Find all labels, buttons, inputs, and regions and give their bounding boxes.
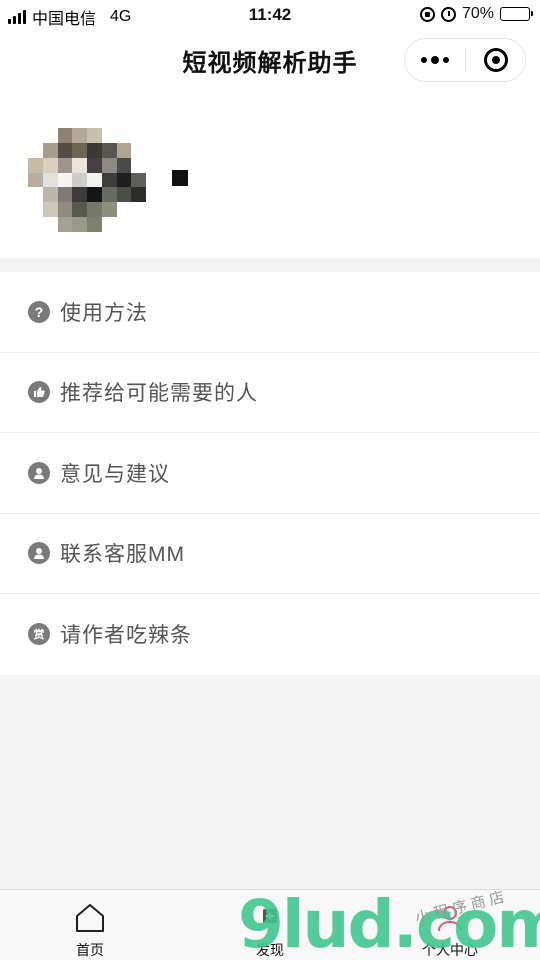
- avatar-pixel: [42, 202, 58, 218]
- avatar-pixel: [57, 202, 73, 218]
- avatar-pixel: [72, 217, 87, 232]
- tab-bar: 首页 发现 个人中心: [0, 889, 540, 960]
- avatar-pixel: [42, 187, 58, 203]
- user-service-icon: [28, 542, 50, 565]
- avatar-pixel: [131, 143, 146, 158]
- avatar-pixel: [102, 128, 117, 143]
- avatar-pixel: [131, 128, 146, 143]
- avatar-pixel: [101, 142, 117, 158]
- avatar-pixel: [28, 157, 43, 173]
- menu-item-label: 意见与建议: [60, 462, 170, 486]
- avatar-pixel: [101, 172, 117, 188]
- target-icon: [483, 48, 508, 72]
- menu-item-label: 使用方法: [60, 301, 148, 325]
- avatar-pixel: [28, 128, 43, 143]
- avatar-pixel: [131, 158, 146, 173]
- avatar-pixel: [28, 187, 43, 202]
- battery-icon: [500, 7, 533, 21]
- avatar-pixel: [87, 128, 102, 143]
- avatar-pixel: [101, 187, 117, 203]
- avatar-pixel: [101, 202, 117, 218]
- avatar-pixel: [72, 157, 87, 173]
- avatar[interactable]: [28, 128, 146, 232]
- avatar-pixel: [87, 142, 102, 158]
- profile-icon: [432, 902, 468, 934]
- avatar-pixel: [57, 142, 73, 158]
- avatar-pixel: [131, 187, 146, 203]
- avatar-pixel: [87, 172, 102, 188]
- avatar-pixel: [43, 217, 58, 232]
- avatar-pixel: [116, 172, 132, 188]
- status-bar: 中国电信 4G 11:42 70%: [0, 0, 540, 30]
- avatar-pixel: [87, 157, 102, 173]
- avatar-pixel: [116, 142, 132, 158]
- avatar-pixel: [28, 217, 43, 232]
- menu-item-feedback[interactable]: 意见与建议: [0, 433, 540, 514]
- discover-icon: [252, 902, 288, 934]
- home-icon: [72, 902, 108, 934]
- avatar-pixel: [117, 128, 132, 143]
- avatar-pixel: [72, 128, 87, 143]
- tab-discover[interactable]: 发现: [180, 890, 360, 960]
- mini-program-capsule: [404, 38, 526, 82]
- avatar-pixel: [131, 202, 146, 217]
- menu-item-contact-service[interactable]: 联系客服MM: [0, 514, 540, 594]
- avatar-pixel: [117, 202, 132, 217]
- nav-bar: 短视频解析助手: [0, 30, 540, 88]
- avatar-pixel: [42, 172, 58, 188]
- avatar-pixel: [116, 157, 132, 173]
- avatar-pixel: [28, 172, 43, 188]
- avatar-pixel: [87, 187, 102, 203]
- more-dot-icon: [431, 56, 439, 64]
- avatar-pixel: [57, 217, 73, 232]
- more-dot-icon: [443, 57, 449, 63]
- avatar-pixel: [42, 142, 58, 158]
- profile-card: [0, 88, 540, 258]
- question-icon: ?: [28, 300, 50, 323]
- avatar-pixel: [28, 202, 43, 217]
- tab-label: 个人中心: [422, 942, 478, 958]
- avatar-pixel: [116, 187, 132, 203]
- avatar-pixel: [57, 172, 73, 188]
- more-menu-button[interactable]: [405, 39, 465, 81]
- avatar-pixel: [28, 143, 43, 158]
- tab-label: 发现: [256, 942, 284, 958]
- battery-percent: 70%: [461, 5, 494, 22]
- menu-item-usage[interactable]: ? 使用方法: [0, 272, 540, 353]
- nickname-redacted: [172, 170, 188, 186]
- rotation-lock-icon: [419, 6, 435, 22]
- avatar-pixel: [72, 202, 87, 218]
- avatar-pixel: [43, 128, 58, 143]
- tab-profile[interactable]: 个人中心: [360, 890, 540, 960]
- status-right: 70%: [419, 5, 533, 23]
- avatar-pixel: [117, 217, 132, 232]
- menu-item-tip-author[interactable]: 赏 请作者吃辣条: [0, 594, 540, 675]
- close-mini-program-button[interactable]: [466, 39, 525, 81]
- avatar-pixel: [57, 187, 73, 203]
- menu-item-recommend[interactable]: 推荐给可能需要的人: [0, 353, 540, 433]
- avatar-pixel: [87, 217, 102, 232]
- reward-icon: 赏: [28, 623, 50, 646]
- avatar-pixel: [87, 202, 102, 218]
- avatar-pixel: [72, 142, 87, 158]
- avatar-pixel: [42, 157, 58, 173]
- menu-item-label: 联系客服MM: [60, 543, 185, 567]
- tab-home[interactable]: 首页: [0, 890, 180, 960]
- alarm-icon: [440, 6, 456, 22]
- avatar-pixel: [101, 157, 117, 173]
- user-service-icon: [28, 461, 50, 484]
- more-dot-icon: [421, 57, 427, 63]
- avatar-pixel: [57, 128, 73, 143]
- avatar-pixel: [131, 172, 146, 188]
- menu-item-label: 请作者吃辣条: [60, 624, 192, 648]
- avatar-pixel: [102, 217, 117, 232]
- avatar-pixel: [57, 157, 73, 173]
- tab-label: 首页: [76, 942, 104, 958]
- settings-menu: ? 使用方法 推荐给可能需要的人 意见与建议 联系客服MM 赏 请作者吃辣条: [0, 272, 540, 675]
- menu-item-label: 推荐给可能需要的人: [60, 382, 258, 406]
- avatar-pixel: [131, 217, 146, 232]
- avatar-pixel: [72, 187, 87, 203]
- avatar-pixel: [72, 172, 87, 188]
- thumbs-up-icon: [28, 381, 50, 404]
